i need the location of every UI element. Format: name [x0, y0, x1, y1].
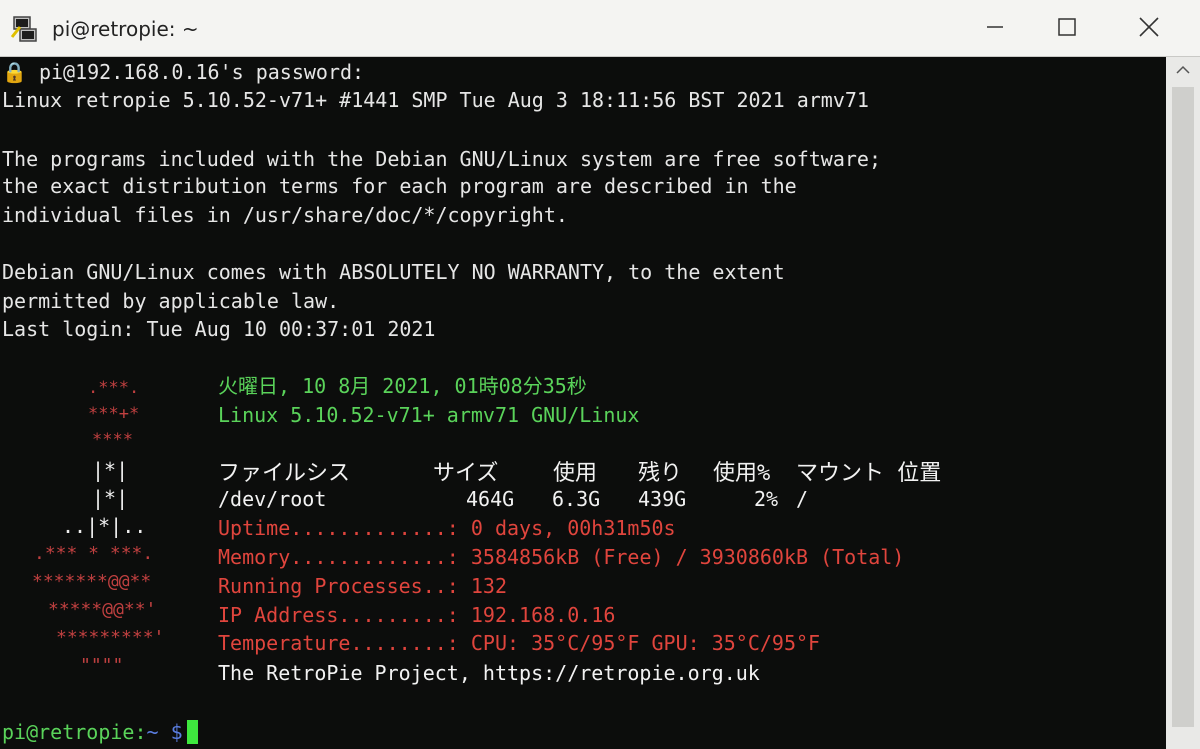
- disk-table-row: /dev/root 464G 6.3G 439G 2% /: [218, 487, 998, 517]
- scroll-up-icon[interactable]: [1166, 57, 1200, 83]
- retropie-logo-line: |*|: [92, 458, 129, 482]
- column-header: ファイルシス: [218, 461, 351, 486]
- table-cell: /: [796, 487, 809, 511]
- stat-value: CPU: 35°C/95°F GPU: 35°C/95°F: [470, 631, 821, 655]
- window-titlebar[interactable]: pi@retropie: ~: [0, 0, 1200, 57]
- stat-label: Running Processes..:: [218, 574, 459, 598]
- stat-label: IP Address.........:: [218, 603, 459, 627]
- warranty-line: Debian GNU/Linux comes with ABSOLUTELY N…: [2, 260, 785, 284]
- footer-line: The RetroPie Project, https://retropie.o…: [218, 661, 760, 685]
- kernel-banner-line: Linux retropie 5.10.52-v71+ #1441 SMP Tu…: [2, 88, 869, 112]
- retropie-logo-line: ***+*: [88, 404, 140, 424]
- window-title: pi@retropie: ~: [52, 17, 199, 41]
- stat-line: Memory.............: 3584856kB (Free) / …: [218, 544, 904, 570]
- table-cell: 2%: [754, 487, 779, 511]
- scrollbar-thumb[interactable]: [1172, 87, 1194, 727]
- vertical-scrollbar[interactable]: [1166, 57, 1200, 749]
- prompt-user-host: pi@retropie:: [2, 720, 147, 744]
- stat-value: 3584856kB (Free) / 3930860kB (Total): [470, 545, 905, 569]
- putty-icon[interactable]: [10, 15, 40, 43]
- retropie-logo-line: *****@@**': [48, 599, 157, 620]
- motd-line: The programs included with the Debian GN…: [2, 147, 881, 171]
- stat-line: IP Address.........: 192.168.0.16: [218, 602, 615, 628]
- last-login-line: Last login: Tue Aug 10 00:37:01 2021: [2, 317, 436, 341]
- stat-value: 0 days, 00h31m50s: [470, 516, 676, 540]
- column-header: マウント 位置: [796, 461, 942, 486]
- close-icon[interactable]: [1124, 8, 1174, 46]
- stat-label: Temperature........:: [218, 631, 459, 655]
- minimize-icon[interactable]: [970, 8, 1020, 46]
- lock-icon: 🔒: [2, 60, 39, 84]
- warranty-line: permitted by applicable law.: [2, 289, 340, 313]
- retropie-logo-line: ..|*|..: [62, 514, 147, 538]
- kernel-info-line: Linux 5.10.52-v71+ armv71 GNU/Linux: [218, 403, 640, 427]
- stat-label: Uptime.............:: [218, 516, 459, 540]
- retropie-logo-line: .***.: [88, 378, 140, 398]
- stat-value: 192.168.0.16: [470, 603, 616, 627]
- shell-prompt[interactable]: pi@retropie:~ $: [2, 719, 198, 745]
- motd-line: the exact distribution terms for each pr…: [2, 174, 797, 198]
- table-cell: /dev/root: [218, 487, 327, 511]
- retropie-logo-line: .*** * ***.: [34, 543, 154, 564]
- password-prompt-line: 🔒 pi@192.168.0.16's password:: [2, 60, 365, 84]
- stat-value: 132: [470, 574, 507, 598]
- datetime-line: 火曜日, 10 8月 2021, 01時08分35秒: [218, 374, 587, 398]
- table-cell: 464G: [466, 487, 515, 511]
- prompt-symbol: $: [170, 720, 183, 744]
- table-cell: 439G: [638, 487, 687, 511]
- text-cursor[interactable]: [186, 720, 198, 744]
- terminal-output[interactable]: 🔒 pi@192.168.0.16's password: Linux retr…: [0, 57, 1166, 749]
- retropie-logo-line: *********': [56, 627, 165, 648]
- retropie-logo-line: """": [80, 655, 124, 676]
- stat-line: Temperature........: CPU: 35°C/95°F GPU:…: [218, 630, 820, 656]
- retropie-logo-line: *******@@**: [32, 571, 152, 592]
- table-cell: 6.3G: [552, 487, 601, 511]
- column-header: 残り: [638, 461, 683, 486]
- column-header: 使用: [553, 461, 598, 486]
- column-header: サイズ: [433, 461, 499, 486]
- maximize-icon[interactable]: [1042, 8, 1092, 46]
- prompt-path: ~: [146, 720, 159, 744]
- retropie-logo-line: |*|: [92, 486, 129, 510]
- disk-table-header: ファイルシス サイズ 使用 残り 使用% マウント 位置: [218, 455, 998, 486]
- retropie-logo-line: ****: [92, 430, 133, 450]
- stat-line: Running Processes..: 132: [218, 573, 507, 599]
- stat-line: Uptime.............: 0 days, 00h31m50s: [218, 515, 676, 541]
- motd-line: individual files in /usr/share/doc/*/cop…: [2, 203, 568, 227]
- stat-label: Memory.............:: [218, 545, 459, 569]
- column-header: 使用%: [713, 461, 771, 486]
